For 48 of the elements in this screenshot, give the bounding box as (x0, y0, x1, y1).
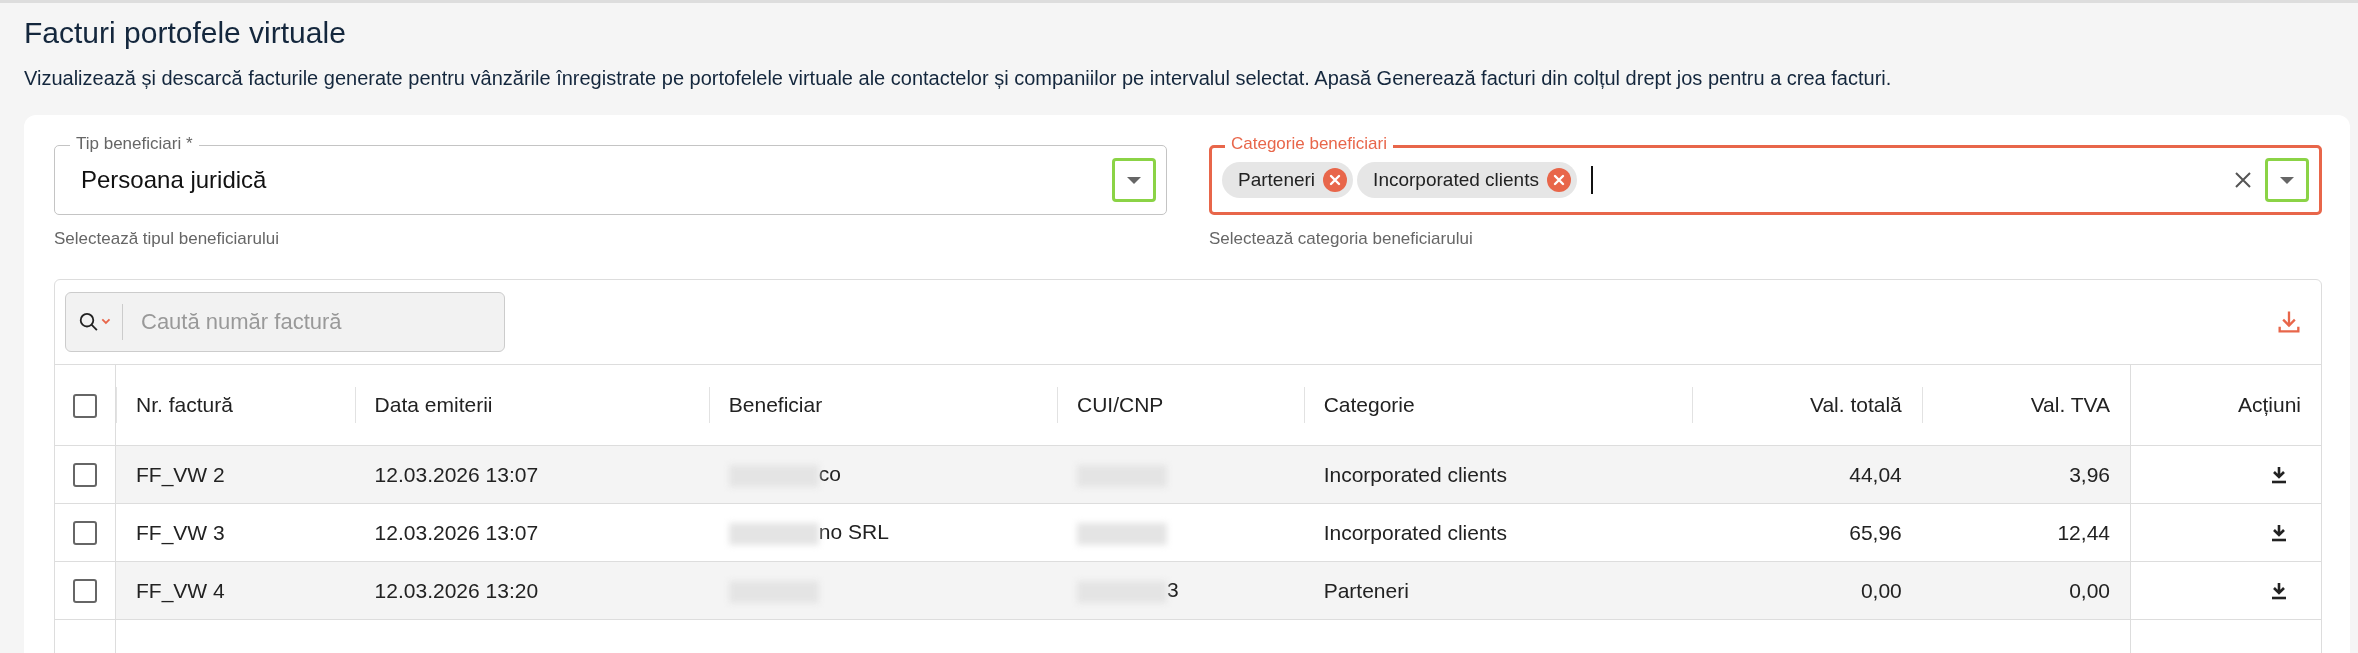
table-cell: 3,96 (2069, 462, 2110, 486)
column-header: Beneficiar (728, 393, 823, 416)
category-chip[interactable]: Parteneri (1222, 162, 1354, 198)
checkbox[interactable] (73, 393, 97, 418)
caret-icon (2280, 176, 2294, 184)
checkbox[interactable] (73, 579, 97, 604)
field-label: Tip beneficiari * (70, 134, 199, 154)
helper-text: Selectează tipul beneficiarului (54, 229, 280, 249)
search-field[interactable]: Caută număr factură (65, 292, 505, 352)
table-cell: Parteneri (1323, 578, 1409, 602)
table-cell: co (818, 462, 841, 486)
field-label: Categorie beneficiari (1225, 134, 1393, 154)
table-cell: 12,44 (2057, 520, 2110, 544)
table-cell: Incorporated clients (1323, 520, 1507, 544)
remove-icon[interactable] (1323, 168, 1348, 192)
search-input[interactable]: Caută număr factură (139, 308, 492, 336)
category-chip[interactable]: Incorporated clients (1357, 162, 1577, 198)
column-header: CUI/CNP (1077, 393, 1164, 416)
table-cell: Incorporated clients (1323, 462, 1507, 486)
table-cell: 12.03.2026 13:07 (374, 520, 539, 544)
checkbox[interactable] (73, 463, 97, 488)
table-cell: FF_VW 2 (136, 462, 225, 486)
table-cell: 0,00 (2069, 578, 2110, 602)
column-header: Data emiterii (374, 393, 493, 416)
table-cell: FF_VW 3 (136, 520, 225, 544)
table-cell: 65,96 (1849, 520, 1902, 544)
table-cell: 3 (1167, 578, 1179, 602)
column-header: Nr. factură (136, 393, 233, 416)
table-cell: no SRL (818, 520, 889, 544)
table-cell: 0,00 (1860, 578, 1902, 602)
remove-icon[interactable] (1546, 168, 1571, 192)
table-cell: 44,04 (1849, 462, 1902, 486)
text-cursor (1590, 166, 1593, 194)
table-cell: 12.03.2026 13:20 (374, 578, 539, 602)
helper-text: Selectează categoria beneficiarului (1209, 229, 1474, 249)
page-description: Vizualizează și descarcă facturile generate pentru vânzările înregistrate pe portofelele virtuale ale contactelor și companiilor pe intervalul selectat. Apasă Generează facturi din colțul drept jos pentru a crea facturi. (24, 66, 1893, 91)
column-header: Acțiuni (2237, 393, 2301, 416)
dropdown-toggle[interactable] (2265, 158, 2309, 202)
caret-icon (1127, 176, 1141, 184)
page-title: Facturi portofele virtuale (24, 15, 347, 51)
table-cell: 12.03.2026 13:07 (374, 462, 539, 486)
column-header: Val. TVA (2030, 393, 2110, 416)
column-header: Val. totală (1809, 393, 1902, 416)
dropdown-toggle[interactable] (1112, 158, 1156, 202)
column-header: Categorie (1323, 393, 1415, 416)
table-cell: FF_VW 4 (136, 578, 225, 602)
field-value: Persoana juridică (80, 166, 268, 194)
checkbox[interactable] (73, 521, 97, 546)
